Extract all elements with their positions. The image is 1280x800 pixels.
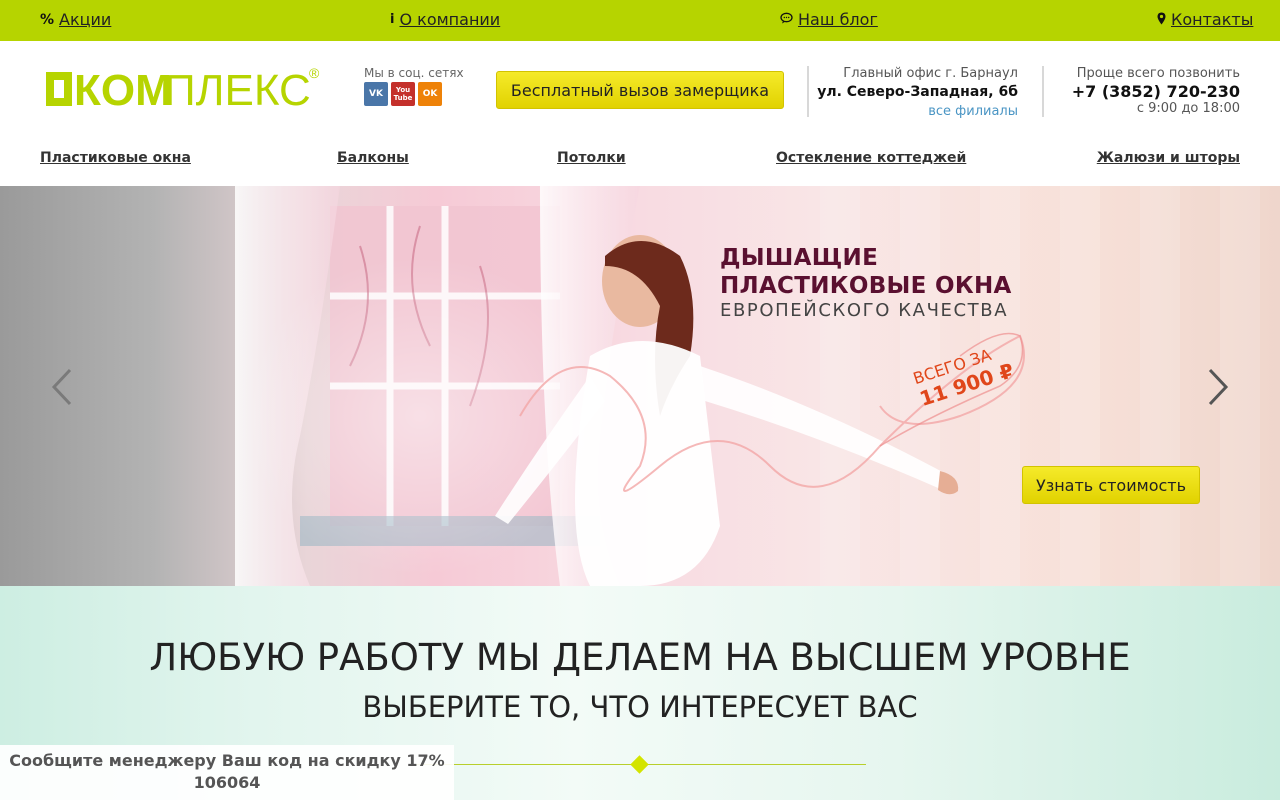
hero-slider: ДЫШАЩИЕ ПЛАСТИКОВЫЕ ОКНА ЕВРОПЕЙСКОГО КА… <box>0 186 1280 586</box>
section-title: ЛЮБУЮ РАБОТУ МЫ ДЕЛАЕМ НА ВЫСШЕМ УРОВНЕ <box>149 636 1131 679</box>
discount-code: 106064 <box>193 773 261 792</box>
hero-illustration <box>235 186 1025 586</box>
phone-number[interactable]: +7 (3852) 720-230 <box>1072 82 1240 101</box>
main-nav: Пластиковые окна Балконы Потолки Остекле… <box>40 150 1240 172</box>
office-label: Главный офис г. Барнаул <box>843 66 1018 81</box>
logo-text: КОМ <box>74 66 172 112</box>
hero-title-line3: ЕВРОПЕЙСКОГО КАЧЕСТВА <box>720 300 1009 321</box>
topbar-link-label: О компании <box>399 10 501 29</box>
nav-item-blinds-curtains[interactable]: Жалюзи и шторы <box>1097 150 1240 166</box>
vk-icon-text: VK <box>369 89 383 99</box>
nav-item-balconies[interactable]: Балконы <box>337 150 409 166</box>
nav-item-cottage-glazing[interactable]: Остекление коттеджей <box>776 150 966 166</box>
phone-info: Проще всего позвонить +7 (3852) 720-230 … <box>1072 66 1240 116</box>
phone-label: Проще всего позвонить <box>1076 66 1240 81</box>
topbar-link-contacts[interactable]: Контакты <box>1157 10 1253 29</box>
top-bar: % Акции i О компании Наш блог Контакты <box>0 0 1280 41</box>
registered-mark: ® <box>309 66 320 81</box>
chat-icon <box>780 12 793 27</box>
social-label: Мы в соц. сетях <box>364 66 464 80</box>
percent-icon: % <box>40 11 55 28</box>
header-divider <box>1042 66 1044 117</box>
odnoklassniki-icon[interactable]: OK <box>418 82 442 106</box>
topbar-link-label: Контакты <box>1171 10 1254 29</box>
topbar-link-about[interactable]: i О компании <box>390 10 500 29</box>
discount-message: Сообщите менеджеру Ваш код на скидку 17% <box>9 751 445 770</box>
chevron-right-icon <box>1208 368 1229 406</box>
youtube-icon-text: You Tube <box>393 86 413 102</box>
vk-icon[interactable]: VK <box>364 82 388 106</box>
nav-item-ceilings[interactable]: Потолки <box>557 150 626 166</box>
free-measurer-button[interactable]: Бесплатный вызов замерщика <box>496 71 784 109</box>
hero-headline: ДЫШАЩИЕ ПЛАСТИКОВЫЕ ОКНА ЕВРОПЕЙСКОГО КА… <box>720 244 1012 322</box>
chevron-left-icon <box>51 368 72 406</box>
diamond-ornament-icon <box>630 755 649 774</box>
logo[interactable]: КОМ ПЛЕКС ® <box>46 65 326 115</box>
logo-text-light: ПЛЕКС <box>164 66 311 112</box>
hero-title-line2: ПЛАСТИКОВЫЕ ОКНА <box>720 273 1012 299</box>
nav-item-plastic-windows[interactable]: Пластиковые окна <box>40 150 191 166</box>
working-hours: с 9:00 до 18:00 <box>1136 101 1240 116</box>
office-info: Главный офис г. Барнаул ул. Северо-Запад… <box>817 66 1018 119</box>
odnoklassniki-icon-text: OK <box>422 89 438 99</box>
all-branches-link[interactable]: все филиалы <box>928 104 1018 119</box>
hero-title-line1: ДЫШАЩИЕ <box>720 245 879 271</box>
office-address: ул. Северо-Западная, 6б <box>817 84 1018 100</box>
topbar-link-blog[interactable]: Наш блог <box>780 10 878 29</box>
topbar-link-promotions[interactable]: % Акции <box>40 10 111 29</box>
get-price-button[interactable]: Узнать стоимость <box>1022 466 1200 504</box>
header-divider <box>807 66 809 117</box>
topbar-link-label: Наш блог <box>798 10 878 29</box>
location-pin-icon <box>1157 12 1166 28</box>
section-subtitle: ВЫБЕРИТЕ ТО, ЧТО ИНТЕРЕСУЕТ ВАС <box>362 690 918 724</box>
topbar-link-label: Акции <box>59 10 112 29</box>
slider-prev-arrow[interactable] <box>44 364 84 410</box>
youtube-icon[interactable]: You Tube <box>391 82 415 106</box>
social-block: Мы в соц. сетях VK You Tube OK <box>364 66 484 106</box>
discount-code-banner: Сообщите менеджеру Ваш код на скидку 17%… <box>0 745 454 800</box>
slider-next-arrow[interactable] <box>1198 364 1238 410</box>
info-icon: i <box>390 12 395 27</box>
